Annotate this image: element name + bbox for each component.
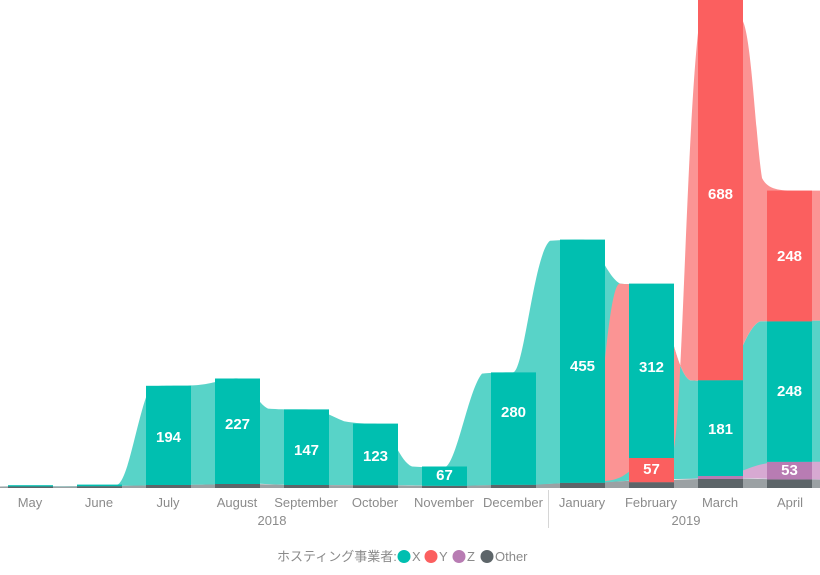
stacked-area-chart: 194 227 147 123 67 280 455 57 312 181 68… — [0, 0, 820, 564]
bar-july-other[interactable] — [146, 485, 191, 488]
bar-label-april-z: 53 — [781, 462, 798, 479]
legend-item-x[interactable]: X — [397, 549, 422, 564]
bar-group-november[interactable]: 67 — [422, 466, 467, 489]
bar-label-february-y: 57 — [643, 461, 660, 478]
x-tick-october: October — [352, 495, 399, 510]
legend-swatch-x-icon — [397, 550, 411, 563]
legend-swatch-other-icon — [480, 550, 494, 563]
x-tick-march: March — [702, 495, 738, 510]
bar-label-october-x: 123 — [363, 448, 388, 465]
legend-swatch-y-icon — [424, 550, 438, 563]
x-tick-august: August — [217, 495, 258, 510]
bar-group-may[interactable] — [8, 485, 53, 488]
bar-september-other[interactable] — [284, 485, 329, 488]
legend-swatch-z-icon — [452, 550, 466, 563]
x-tick-may: May — [18, 495, 43, 510]
bar-label-april-x: 248 — [777, 383, 802, 400]
bar-group-august[interactable]: 227 — [215, 378, 260, 489]
bar-label-august-x: 227 — [225, 416, 250, 433]
bar-group-june[interactable] — [77, 484, 122, 488]
bar-february-other[interactable] — [629, 482, 674, 488]
bar-march-z[interactable] — [698, 476, 743, 479]
bar-october-other[interactable] — [353, 485, 398, 488]
x-tick-april: April — [777, 495, 803, 510]
legend-title: ホスティング事業者: — [277, 549, 397, 564]
bar-january-other[interactable] — [560, 482, 605, 488]
legend-label-x: X — [412, 549, 421, 564]
bar-group-september[interactable]: 147 — [284, 409, 329, 488]
bar-may-x[interactable] — [8, 485, 53, 487]
x-year-2018: 2018 — [258, 513, 287, 528]
x-tick-february: February — [625, 495, 678, 510]
x-tick-november: November — [414, 495, 475, 510]
x-tick-january: January — [559, 495, 606, 510]
x-tick-september: September — [274, 495, 338, 510]
legend-label-z: Z — [467, 549, 475, 564]
bar-label-april-y: 248 — [777, 248, 802, 265]
bar-june-x[interactable] — [77, 484, 122, 487]
bar-june-other[interactable] — [77, 486, 122, 488]
x-axis: May June July August September October N… — [18, 490, 803, 528]
bar-group-february[interactable]: 57 312 — [629, 283, 674, 488]
bar-april-other[interactable] — [767, 479, 812, 488]
bar-may-other[interactable] — [8, 486, 53, 489]
legend-label-other: Other — [495, 549, 528, 564]
bar-group-march[interactable]: 181 688 — [698, 0, 743, 488]
legend-label-y: Y — [439, 549, 448, 564]
bar-label-november-x: 67 — [436, 467, 453, 484]
bar-label-march-y: 688 — [708, 186, 733, 203]
bar-august-other[interactable] — [215, 484, 260, 488]
x-tick-june: June — [85, 495, 113, 510]
bar-label-december-x: 280 — [501, 404, 526, 421]
bar-march-other[interactable] — [698, 479, 743, 488]
bar-group-april[interactable]: 53 248 248 — [767, 190, 812, 488]
bar-december-x[interactable] — [491, 372, 536, 485]
legend: ホスティング事業者: X Y Z Other — [277, 549, 528, 564]
bar-december-other[interactable] — [491, 484, 536, 488]
bar-november-other[interactable] — [422, 485, 467, 488]
bar-label-september-x: 147 — [294, 442, 319, 459]
x-year-2019: 2019 — [672, 513, 701, 528]
bar-group-october[interactable]: 123 — [353, 423, 398, 488]
bar-group-january[interactable]: 455 — [560, 239, 605, 488]
bar-group-december[interactable]: 280 — [491, 372, 536, 488]
chart-page: 194 227 147 123 67 280 455 57 312 181 68… — [0, 0, 820, 575]
bar-label-march-x: 181 — [708, 421, 733, 438]
x-tick-july: July — [156, 495, 180, 510]
legend-item-z[interactable]: Z — [452, 549, 476, 564]
bar-label-february-x: 312 — [639, 359, 664, 376]
bar-group-july[interactable]: 194 — [146, 385, 191, 488]
bar-label-january-x: 455 — [570, 358, 595, 375]
legend-item-other[interactable]: Other — [480, 549, 529, 564]
legend-item-y[interactable]: Y — [424, 549, 449, 564]
x-tick-december: December — [483, 495, 544, 510]
area-layers — [0, 6, 820, 488]
bar-label-july-x: 194 — [156, 429, 182, 446]
